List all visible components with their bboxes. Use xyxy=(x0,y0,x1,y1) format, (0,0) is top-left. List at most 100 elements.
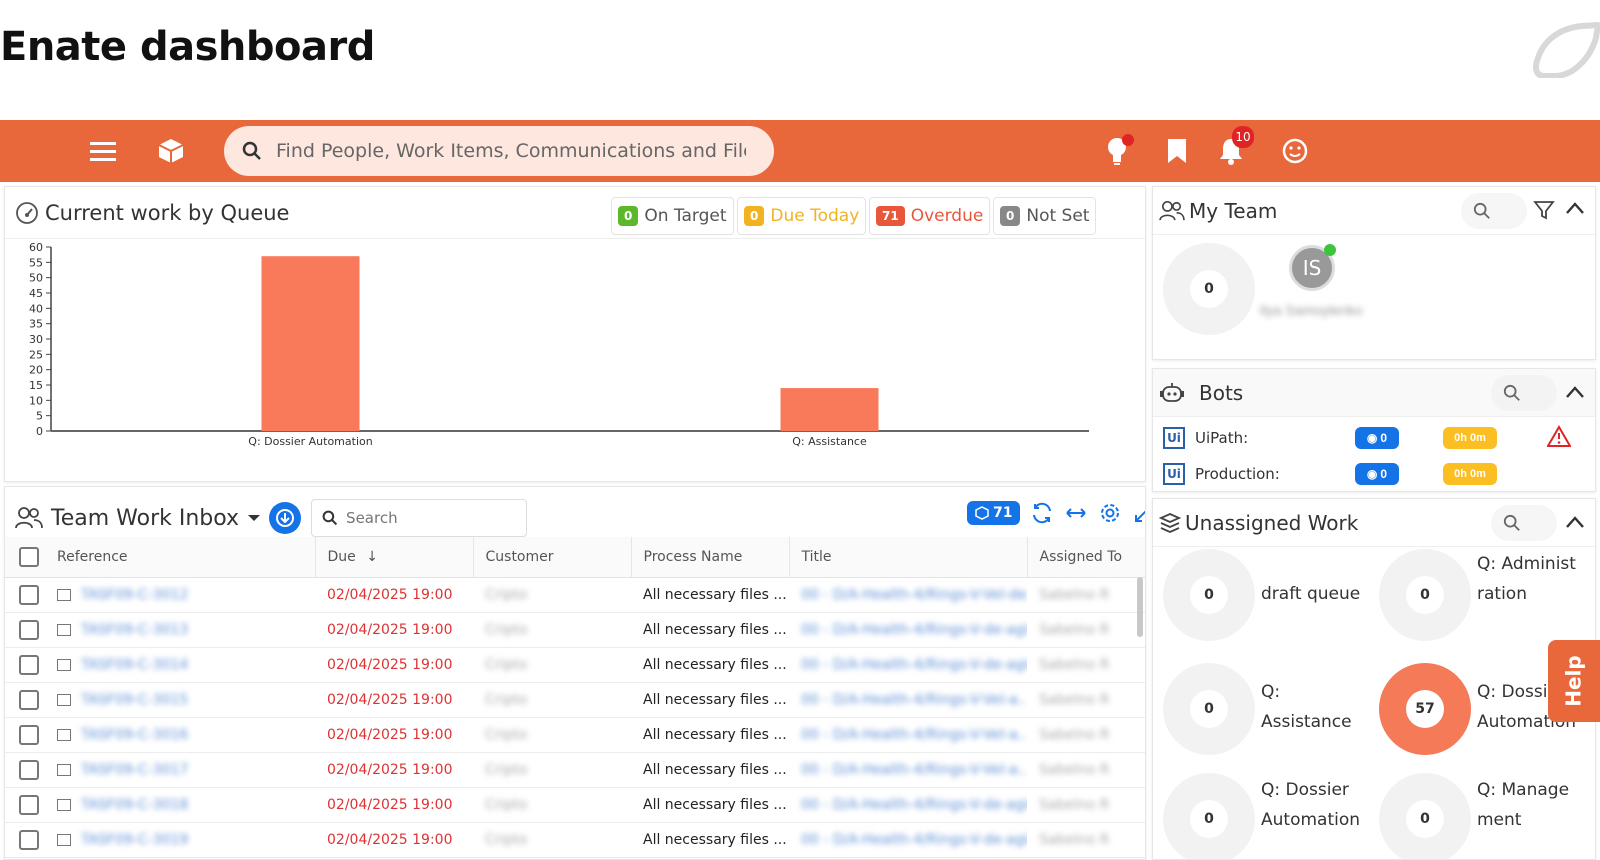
robot-mini-icon: ◉ xyxy=(1366,431,1378,445)
column-header-reference[interactable]: Reference xyxy=(45,537,315,578)
download-icon[interactable] xyxy=(269,502,302,534)
inbox-count-badge[interactable]: 71 xyxy=(967,501,1021,525)
refresh-icon[interactable] xyxy=(1030,501,1054,525)
y-tick-label: 5 xyxy=(36,410,43,423)
reference-link[interactable]: TASF09-C-3015 xyxy=(81,692,188,708)
reference-link[interactable]: TASF09-C-3018 xyxy=(81,797,188,813)
chip-on-target[interactable]: 0 On Target xyxy=(611,197,734,235)
team-work-inbox-panel: Team Work Inbox 71 xyxy=(4,486,1146,860)
hamburger-menu-icon[interactable] xyxy=(86,134,120,168)
queue-donut-dossier-automation-2[interactable]: 0 xyxy=(1163,773,1255,859)
queue-donut-assistance[interactable]: 0 xyxy=(1163,663,1255,755)
title-link[interactable]: 00 - D/A-Health-4/Rings-V-Vel-a.. xyxy=(801,762,1027,778)
inbox-count: 71 xyxy=(993,505,1013,521)
chip-label: Overdue xyxy=(910,206,984,226)
row-checkbox[interactable] xyxy=(19,689,39,710)
assigned-to: Sabelno R xyxy=(1039,656,1110,673)
row-checkbox[interactable] xyxy=(19,794,39,815)
chip-due-today[interactable]: 0 Due Today xyxy=(737,197,867,235)
row-checkbox[interactable] xyxy=(19,619,39,640)
table-row[interactable]: TASF09-C-3016 02/04/2025 19:00 Cripto All n… xyxy=(5,717,1145,753)
table-row[interactable]: TASF09-C-3019 02/04/2025 19:00 Cripto All n… xyxy=(5,822,1145,858)
column-header-customer[interactable]: Customer xyxy=(472,537,631,578)
lightbulb-icon[interactable] xyxy=(1100,134,1134,168)
row-checkbox[interactable] xyxy=(19,759,39,780)
donut-count: 0 xyxy=(1190,576,1228,614)
queue-donut-dossier-automation[interactable]: 57 xyxy=(1379,663,1471,755)
table-row[interactable]: TASF09-C-3012 02/04/2025 19:00 Cripto All n… xyxy=(5,577,1145,613)
select-all-checkbox[interactable] xyxy=(19,546,39,567)
row-checkbox[interactable] xyxy=(19,829,39,850)
column-header-due[interactable]: Due ↓ xyxy=(314,537,473,578)
chip-count: 0 xyxy=(744,206,765,226)
title-link[interactable]: 00 - D/A-Health-4/Rings-V-de-agin.. xyxy=(801,797,1027,813)
column-header-process-name[interactable]: Process Name xyxy=(630,537,789,578)
my-team-title: My Team xyxy=(1189,198,1278,223)
my-team-panel: My Team 0 IS Ilya Samoylenko xyxy=(1152,186,1596,360)
title-link[interactable]: 00 - D/A-Health-4/Rings-V-de-agin.. xyxy=(801,622,1027,638)
y-tick-label: 50 xyxy=(29,272,43,285)
reference-link[interactable]: TASF09-C-3016 xyxy=(81,727,188,743)
reference-link[interactable]: TASF09-C-3017 xyxy=(81,762,188,778)
warning-icon[interactable] xyxy=(1547,425,1571,447)
chevron-up-icon[interactable] xyxy=(1565,515,1585,529)
due-date: 02/04/2025 19:00 xyxy=(315,682,473,718)
table-scrollbar[interactable] xyxy=(1137,577,1143,637)
chevron-up-icon[interactable] xyxy=(1565,385,1585,399)
inbox-search-input[interactable] xyxy=(346,509,517,527)
table-row[interactable]: TASF09-C-3015 02/04/2025 19:00 Cripto All n… xyxy=(5,682,1145,718)
y-tick-label: 10 xyxy=(29,394,43,407)
caret-down-icon[interactable] xyxy=(247,513,261,523)
table-row[interactable]: TASF09-C-3014 02/04/2025 19:00 Cripto All n… xyxy=(5,647,1145,683)
help-tab-button[interactable]: Help xyxy=(1548,640,1600,722)
row-checkbox[interactable] xyxy=(19,584,39,605)
my-team-search-button[interactable] xyxy=(1461,193,1527,229)
brand-logo-icon xyxy=(1533,22,1600,78)
filter-icon[interactable] xyxy=(1533,199,1555,221)
work-item-icon xyxy=(57,658,71,671)
gear-icon[interactable] xyxy=(1098,501,1122,525)
bar[interactable] xyxy=(261,256,360,431)
customer-name: Cripto xyxy=(485,621,528,638)
table-row[interactable]: TASF09-C-3013 02/04/2025 19:00 Cripto All n… xyxy=(5,612,1145,648)
due-date: 02/04/2025 19:00 xyxy=(315,577,473,613)
column-header-title[interactable]: Title xyxy=(788,537,1027,578)
cube-icon[interactable] xyxy=(154,134,188,168)
chip-not-set[interactable]: 0 Not Set xyxy=(993,197,1097,235)
y-tick-label: 60 xyxy=(29,241,43,254)
reference-link[interactable]: TASF09-C-3013 xyxy=(81,622,188,638)
row-checkbox[interactable] xyxy=(19,654,39,675)
bots-search-button[interactable] xyxy=(1491,375,1557,411)
queue-donut-administration[interactable]: 0 xyxy=(1379,549,1471,641)
process-name: All necessary files ... xyxy=(631,822,789,858)
bar[interactable] xyxy=(780,388,879,431)
bot-row-production[interactable]: Ui Production: xyxy=(1163,459,1280,489)
queue-donut-management[interactable]: 0 xyxy=(1379,773,1471,859)
avatar[interactable]: IS xyxy=(1289,244,1336,291)
column-width-icon[interactable] xyxy=(1064,501,1088,525)
expand-icon[interactable] xyxy=(1132,501,1146,525)
table-row[interactable]: TASF09-C-3017 02/04/2025 19:00 Cripto All n… xyxy=(5,752,1145,788)
row-checkbox[interactable] xyxy=(19,724,39,745)
chip-overdue[interactable]: 71 Overdue xyxy=(869,197,991,235)
chevron-up-icon[interactable] xyxy=(1565,201,1585,215)
reference-link[interactable]: TASF09-C-3012 xyxy=(81,587,188,603)
reference-link[interactable]: TASF09-C-3014 xyxy=(81,657,188,673)
column-header-assigned-to[interactable]: Assigned To xyxy=(1026,537,1145,578)
bot-row-uipath[interactable]: Ui UiPath: xyxy=(1163,423,1248,453)
queue-donut-draft-queue[interactable]: 0 xyxy=(1163,549,1255,641)
title-link[interactable]: 00 - D/A-Health-4/Rings-V-Vel-a.. xyxy=(801,692,1027,708)
title-link[interactable]: 00 - D/A-Health-4/Rings-V-de-agin.. xyxy=(801,657,1027,673)
title-link[interactable]: 00 - D/A-Health-4/Rings-V-Vel-a.. xyxy=(801,727,1027,743)
bots-title: Bots xyxy=(1199,380,1244,405)
work-item-icon xyxy=(57,833,71,846)
reference-link[interactable]: TASF09-C-3019 xyxy=(81,832,188,848)
table-row[interactable]: TASF09-C-3018 02/04/2025 19:00 Cripto All n… xyxy=(5,787,1145,823)
bookmark-icon[interactable] xyxy=(1160,134,1194,168)
title-link[interactable]: 00 - D/A-Health-4/Rings-V-Vel-de.. xyxy=(801,587,1027,603)
global-search-input[interactable] xyxy=(276,140,746,162)
unassigned-search-button[interactable] xyxy=(1491,505,1557,541)
smiley-icon[interactable] xyxy=(1278,134,1312,168)
bell-icon[interactable]: 10 xyxy=(1214,126,1254,168)
title-link[interactable]: 00 - D/A-Health-4/Rings-V-de-agin.. xyxy=(801,832,1027,848)
